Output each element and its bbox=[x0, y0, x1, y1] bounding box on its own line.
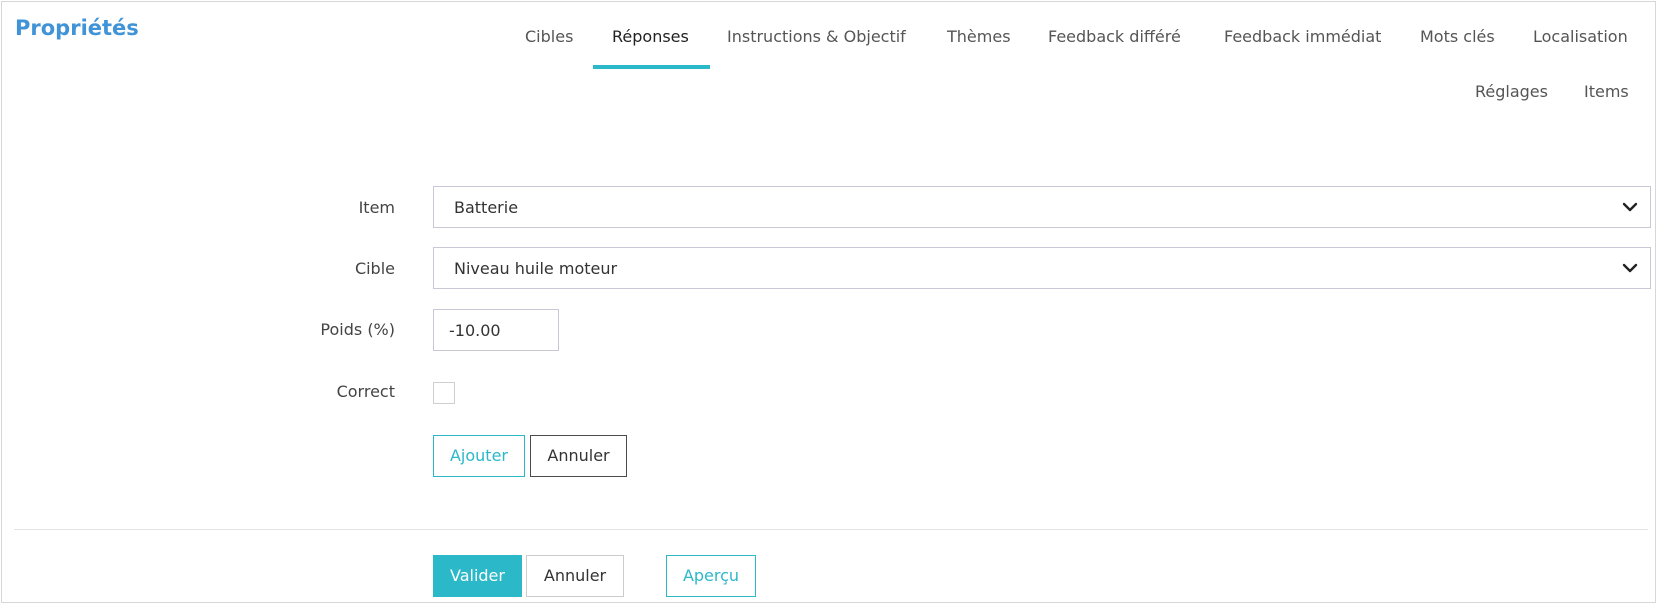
item-select-value: Batterie bbox=[454, 198, 519, 217]
add-button[interactable]: Ajouter bbox=[433, 435, 525, 477]
tab-instructions-objectif[interactable]: Instructions & Objectif bbox=[727, 27, 906, 47]
correct-checkbox[interactable] bbox=[433, 382, 455, 404]
properties-panel: Propriétés Cibles Réponses Instructions … bbox=[1, 1, 1656, 603]
tab-reglages[interactable]: Réglages bbox=[1475, 82, 1548, 102]
tab-feedback-differe[interactable]: Feedback différé bbox=[1048, 27, 1181, 47]
footer-divider bbox=[14, 529, 1648, 530]
validate-button[interactable]: Valider bbox=[433, 555, 522, 597]
chevron-down-icon bbox=[1622, 263, 1638, 273]
footer-cancel-button[interactable]: Annuler bbox=[526, 555, 624, 597]
preview-button[interactable]: Aperçu bbox=[666, 555, 756, 597]
tab-themes[interactable]: Thèmes bbox=[947, 27, 1011, 47]
tab-feedback-immediat[interactable]: Feedback immédiat bbox=[1224, 27, 1381, 47]
cible-label: Cible bbox=[354, 259, 395, 278]
item-label: Item bbox=[358, 198, 395, 217]
tab-bar: Cibles Réponses Instructions & Objectif … bbox=[2, 2, 1657, 112]
form-cancel-button[interactable]: Annuler bbox=[530, 435, 627, 477]
tab-mots-cles[interactable]: Mots clés bbox=[1420, 27, 1495, 47]
poids-input[interactable] bbox=[433, 309, 559, 351]
correct-label: Correct bbox=[336, 382, 395, 401]
tab-reponses[interactable]: Réponses bbox=[612, 27, 689, 47]
cible-select-value: Niveau huile moteur bbox=[454, 259, 618, 278]
poids-label: Poids (%) bbox=[320, 320, 395, 339]
tab-items[interactable]: Items bbox=[1584, 82, 1629, 102]
tab-localisation[interactable]: Localisation bbox=[1533, 27, 1628, 47]
cible-select[interactable]: Niveau huile moteur bbox=[433, 247, 1651, 289]
chevron-down-icon bbox=[1622, 202, 1638, 212]
item-select[interactable]: Batterie bbox=[433, 186, 1651, 228]
tab-cibles[interactable]: Cibles bbox=[525, 27, 573, 47]
active-tab-indicator bbox=[593, 65, 710, 69]
